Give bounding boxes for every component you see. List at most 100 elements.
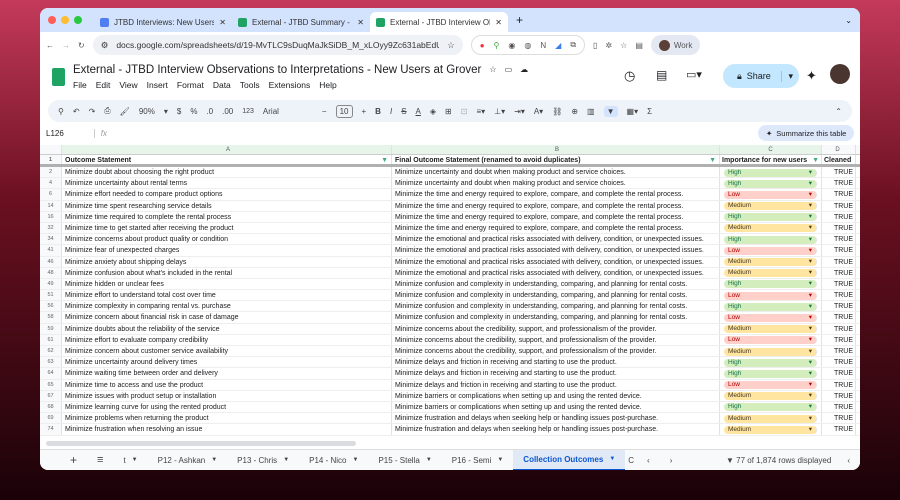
importance-dropdown-chip[interactable]: Medium ▾ bbox=[724, 425, 817, 434]
browser-tab[interactable]: External - JTBD Summary - N ✕ bbox=[232, 12, 370, 32]
importance-dropdown-chip[interactable]: High ▾ bbox=[724, 302, 817, 311]
italic-button[interactable]: I bbox=[390, 107, 392, 116]
cell-cleaned[interactable]: TRUE bbox=[822, 200, 856, 211]
importance-dropdown-chip[interactable]: Medium ▾ bbox=[724, 325, 817, 334]
filter-icon[interactable]: ▼ bbox=[381, 155, 391, 164]
column-header-d[interactable]: D bbox=[822, 145, 856, 154]
row-number[interactable]: 63 bbox=[40, 357, 62, 368]
cell-outcome[interactable]: Minimize waiting time between order and … bbox=[62, 368, 392, 379]
importance-dropdown-chip[interactable]: Low ▾ bbox=[724, 190, 817, 199]
importance-dropdown-chip[interactable]: Medium ▾ bbox=[724, 258, 817, 266]
cell-outcome[interactable]: Minimize uncertainty about rental terms bbox=[62, 178, 392, 189]
cell-outcome[interactable]: Minimize uncertainty around delivery tim… bbox=[62, 357, 392, 368]
cell-cleaned[interactable]: TRUE bbox=[822, 323, 856, 334]
font-select[interactable]: Arial bbox=[263, 107, 313, 116]
sheet-tab[interactable]: P15 - Stella ▼ bbox=[368, 450, 441, 471]
cell-importance[interactable]: Low ▾ bbox=[720, 245, 822, 256]
row-number[interactable]: 46 bbox=[40, 256, 62, 267]
browser-tab[interactable]: JTBD Interviews: New Users a ✕ bbox=[94, 12, 232, 32]
cell-importance[interactable]: Low ▾ bbox=[720, 189, 822, 200]
move-folder-icon[interactable]: ▭ bbox=[505, 65, 513, 74]
currency-button[interactable]: $ bbox=[177, 107, 181, 116]
summarize-table-button[interactable]: ✦ Summarize this table bbox=[758, 125, 855, 141]
reload-icon[interactable]: ↻ bbox=[78, 41, 85, 50]
chevron-down-icon[interactable]: ▼ bbox=[497, 457, 503, 463]
sheet-tab[interactable]: P13 - Chris ▼ bbox=[227, 450, 299, 471]
cell-cleaned[interactable]: TRUE bbox=[822, 334, 856, 345]
chart-icon[interactable]: ▥ bbox=[587, 107, 595, 116]
cell-cleaned[interactable]: TRUE bbox=[822, 211, 856, 222]
color-extension-icon[interactable]: ◉ bbox=[508, 41, 515, 50]
cell-cleaned[interactable]: TRUE bbox=[822, 245, 856, 256]
menu-insert[interactable]: Insert bbox=[147, 80, 168, 90]
header-cell-outcome[interactable]: Outcome Statement ▼ bbox=[62, 155, 392, 164]
cell-importance[interactable]: High ▾ bbox=[720, 357, 822, 368]
column-header-a[interactable]: A bbox=[62, 145, 392, 154]
close-tab-icon[interactable]: ✕ bbox=[357, 18, 364, 27]
scroll-tabs-left-icon[interactable]: ‹ bbox=[637, 450, 660, 471]
cell-outcome[interactable]: Minimize fear of unexpected charges bbox=[62, 245, 392, 256]
cell-final-outcome[interactable]: Minimize confusion and complexity in und… bbox=[392, 312, 720, 323]
cell-cleaned[interactable]: TRUE bbox=[822, 346, 856, 357]
cell-cleaned[interactable]: TRUE bbox=[822, 390, 856, 401]
increase-decimal-button[interactable]: .00 bbox=[222, 107, 233, 116]
row-number[interactable]: 74 bbox=[40, 424, 62, 435]
cell-final-outcome[interactable]: Minimize concerns about the credibility,… bbox=[392, 323, 720, 334]
cell-final-outcome[interactable]: Minimize barriers or complications when … bbox=[392, 401, 720, 413]
cell-cleaned[interactable]: TRUE bbox=[822, 368, 856, 379]
menu-format[interactable]: Format bbox=[177, 80, 204, 90]
cell-importance[interactable]: Medium ▾ bbox=[720, 256, 822, 267]
strikethrough-button[interactable]: S bbox=[401, 107, 406, 116]
decrease-font-size-button[interactable]: − bbox=[322, 107, 327, 116]
number-format-button[interactable]: 123 bbox=[242, 108, 254, 115]
print-icon[interactable]: ⎙ bbox=[104, 106, 110, 116]
link-icon[interactable]: ⛓︎ bbox=[552, 107, 562, 116]
browser-tab[interactable]: External - JTBD Interview Obs ✕ bbox=[370, 12, 508, 32]
new-tab-icon[interactable]: + bbox=[516, 13, 523, 27]
menu-view[interactable]: View bbox=[119, 80, 137, 90]
cell-importance[interactable]: Medium ▾ bbox=[720, 413, 822, 424]
row-number[interactable]: 4 bbox=[40, 178, 62, 189]
zoom-select[interactable]: 90% bbox=[139, 107, 155, 116]
importance-dropdown-chip[interactable]: Medium ▾ bbox=[724, 414, 817, 423]
cell-final-outcome[interactable]: Minimize the time and energy required to… bbox=[392, 189, 720, 200]
cell-final-outcome[interactable]: Minimize confusion and complexity in und… bbox=[392, 278, 720, 290]
sheet-tab[interactable]: P14 - Nico ▼ bbox=[299, 450, 368, 471]
importance-dropdown-chip[interactable]: Low ▾ bbox=[724, 246, 817, 255]
cell-final-outcome[interactable]: Minimize frustration and delays when see… bbox=[392, 424, 720, 435]
chevron-down-icon[interactable]: ▼ bbox=[609, 456, 615, 462]
meet-icon[interactable]: ▭▾ bbox=[686, 68, 702, 81]
importance-dropdown-chip[interactable]: Low ▾ bbox=[724, 336, 817, 345]
importance-dropdown-chip[interactable]: High ▾ bbox=[724, 235, 817, 244]
collapse-toolbar-icon[interactable]: ⌃ bbox=[835, 107, 842, 116]
cell-outcome[interactable]: Minimize time to get started after recei… bbox=[62, 222, 392, 234]
row-number[interactable]: 67 bbox=[40, 390, 62, 401]
menu-data[interactable]: Data bbox=[213, 80, 231, 90]
cell-final-outcome[interactable]: Minimize delays and friction in receivin… bbox=[392, 368, 720, 379]
sheet-tab[interactable]: P16 - Semi ▼ bbox=[442, 450, 514, 471]
menu-edit[interactable]: Edit bbox=[96, 80, 111, 90]
horizontal-scrollbar[interactable] bbox=[46, 441, 356, 446]
importance-dropdown-chip[interactable]: High ▾ bbox=[724, 213, 817, 222]
cloud-extension-icon[interactable]: ◢ bbox=[555, 41, 561, 50]
merge-cells-icon[interactable]: ⊡ bbox=[461, 107, 468, 116]
header-cell-final-outcome[interactable]: Final Outcome Statement (renamed to avoi… bbox=[392, 155, 720, 164]
chevron-down-icon[interactable]: ▼ bbox=[426, 457, 432, 463]
cell-final-outcome[interactable]: Minimize the time and energy required to… bbox=[392, 222, 720, 234]
cell-importance[interactable]: Medium ▾ bbox=[720, 200, 822, 211]
importance-dropdown-chip[interactable]: Medium ▾ bbox=[724, 392, 817, 401]
cell-importance[interactable]: High ▾ bbox=[720, 368, 822, 379]
cell-importance[interactable]: Medium ▾ bbox=[720, 390, 822, 401]
row-number[interactable]: 64 bbox=[40, 368, 62, 379]
importance-dropdown-chip[interactable]: Medium ▾ bbox=[724, 269, 817, 278]
cell-cleaned[interactable]: TRUE bbox=[822, 267, 856, 278]
document-title[interactable]: External - JTBD Interview Observations t… bbox=[73, 64, 481, 76]
maximize-window-button[interactable] bbox=[74, 16, 82, 24]
row-number[interactable]: 16 bbox=[40, 211, 62, 222]
back-icon[interactable]: ← bbox=[46, 41, 54, 50]
side-panel-toggle-icon[interactable]: ‹ bbox=[837, 450, 860, 471]
cell-cleaned[interactable]: TRUE bbox=[822, 424, 856, 435]
cloud-status-icon[interactable]: ☁ bbox=[520, 65, 528, 74]
search-menus-icon[interactable]: ⚲ bbox=[58, 107, 64, 116]
cell-outcome[interactable]: Minimize frustration when resolving an i… bbox=[62, 424, 392, 435]
